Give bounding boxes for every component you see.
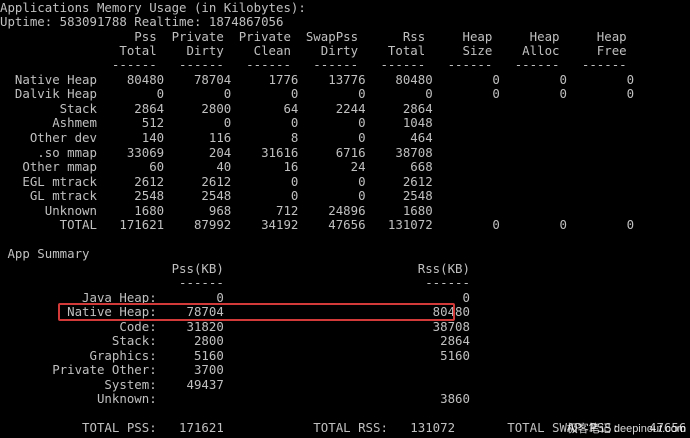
summary-row: Unknown: 3860 (0, 391, 470, 406)
uptime-line: Uptime: 583091788 Realtime: 1874867056 (0, 14, 284, 29)
table-row: Dalvik Heap 0 0 0 0 0 0 0 0 (0, 86, 635, 101)
summary-rule: ------ ------ (0, 275, 470, 290)
table-total-row: TOTAL 171621 87992 34192 47656 131072 0 … (0, 217, 635, 232)
native-heap-highlight-box (58, 303, 455, 321)
summary-row: Private Other: 3700 (0, 362, 224, 377)
table-row: Other mmap 60 40 16 24 668 (0, 159, 433, 174)
summary-title: App Summary (0, 246, 90, 261)
table-row: GL mtrack 2548 2548 0 0 2548 (0, 188, 433, 203)
table-rule-line: ------ ------ ------ ------ ------ -----… (0, 57, 627, 72)
terminal-window: Applications Memory Usage (in Kilobytes)… (0, 0, 690, 438)
watermark-text: 极客笔记 deepinout.com (566, 422, 686, 435)
summary-row: Stack: 2800 2864 (0, 333, 470, 348)
table-row: Other dev 140 116 8 0 464 (0, 130, 433, 145)
table-row: Ashmem 512 0 0 0 1048 (0, 115, 433, 130)
